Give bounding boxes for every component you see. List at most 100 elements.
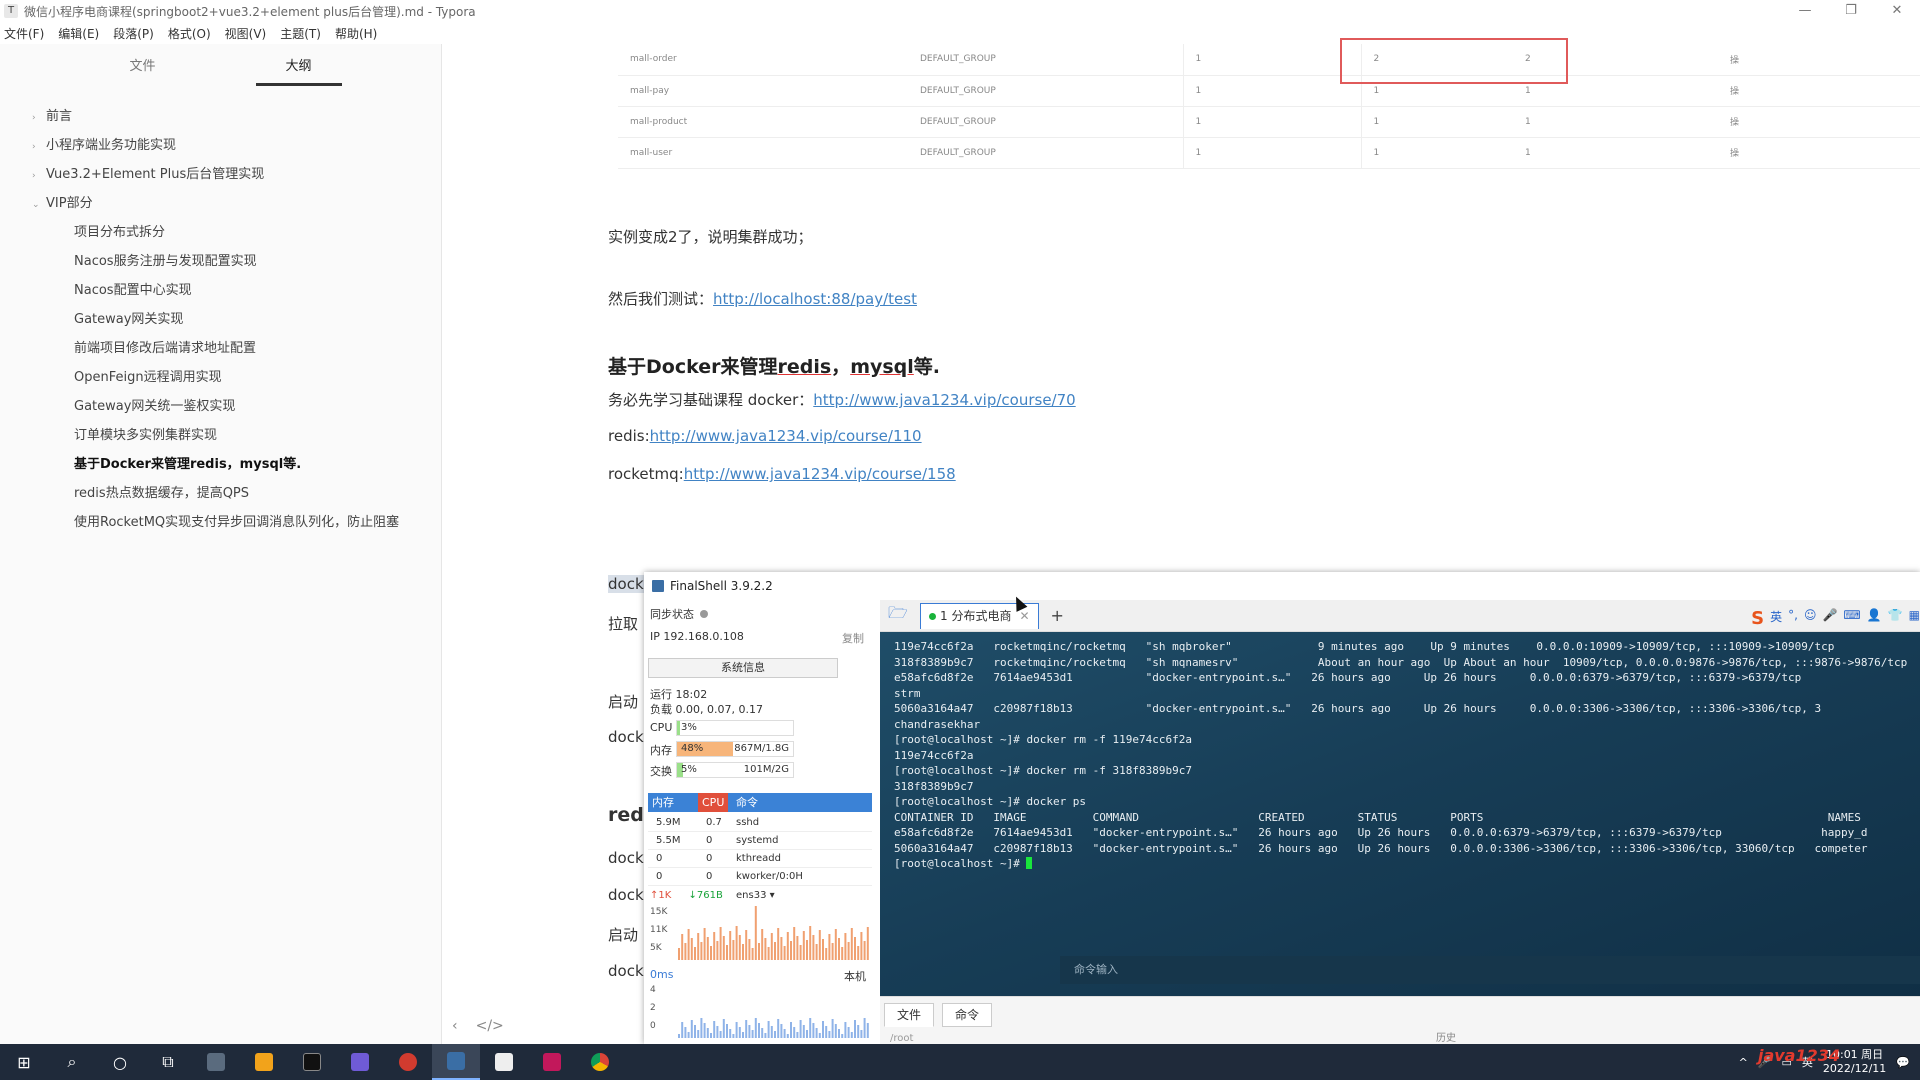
chevron-icon[interactable]: › bbox=[32, 162, 46, 191]
ime-menu-icon[interactable]: ▦ bbox=[1909, 608, 1920, 629]
ime-lang[interactable]: 英 bbox=[1770, 608, 1782, 629]
tray-expand-icon[interactable]: ^ bbox=[1739, 1056, 1748, 1069]
menu-view[interactable]: 视图(V) bbox=[225, 25, 267, 42]
process-col-memory[interactable]: 内存 bbox=[652, 793, 674, 812]
outline-item[interactable]: Gateway网关统一鉴权实现 bbox=[0, 392, 441, 421]
app-icon-3[interactable] bbox=[336, 1044, 384, 1080]
menu-paragraph[interactable]: 段落(P) bbox=[113, 25, 154, 42]
command-input[interactable]: 命令输入 bbox=[1060, 956, 1920, 984]
ime-keyboard-icon[interactable]: ⌨ bbox=[1843, 608, 1860, 629]
outline-item[interactable]: redis热点数据缓存，提高QPS bbox=[0, 479, 441, 508]
ime-mic-icon[interactable]: 🎤 bbox=[1822, 608, 1837, 629]
table-cell[interactable]: 操 bbox=[1718, 44, 1920, 76]
chevron-icon[interactable]: › bbox=[32, 133, 46, 162]
chart-bar bbox=[684, 1027, 687, 1038]
table-cell[interactable]: 操 bbox=[1718, 106, 1920, 138]
table-cell: DEFAULT_GROUP bbox=[908, 75, 1184, 107]
outline-item[interactable]: › 小程序端业务功能实现 bbox=[0, 131, 441, 160]
bottom-history[interactable]: 历史 bbox=[1436, 1029, 1456, 1044]
docker-course-link[interactable]: http://www.java1234.vip/course/70 bbox=[813, 391, 1075, 409]
terminal-line: [root@localhost ~]# docker rm -f 318f838… bbox=[894, 764, 1192, 777]
process-col-cpu[interactable]: CPU bbox=[698, 793, 729, 812]
chart-bar bbox=[742, 944, 744, 960]
chart-bar bbox=[799, 1020, 802, 1038]
outline-item[interactable]: 项目分布式拆分 bbox=[0, 218, 441, 247]
menu-help[interactable]: 帮助(H) bbox=[335, 25, 377, 42]
bottom-tab-files[interactable]: 文件 bbox=[884, 1003, 935, 1027]
windows-start-icon[interactable]: ⊞ bbox=[0, 1044, 48, 1080]
chart-bar bbox=[761, 1028, 764, 1038]
cortana-icon[interactable]: ○ bbox=[96, 1044, 144, 1080]
app-icon-4[interactable] bbox=[384, 1044, 432, 1080]
proc-memory: 0 bbox=[656, 853, 663, 864]
rocketmq-course-link[interactable]: http://www.java1234.vip/course/158 bbox=[684, 465, 956, 483]
chevron-icon[interactable]: › bbox=[32, 104, 46, 133]
chart-bar bbox=[828, 1031, 831, 1038]
app-icon-2[interactable] bbox=[240, 1044, 288, 1080]
outline-item[interactable]: › 前言 bbox=[0, 102, 441, 131]
chart-bar bbox=[716, 941, 719, 960]
app-icon-1[interactable] bbox=[192, 1044, 240, 1080]
chart-bar bbox=[783, 946, 786, 960]
close-tab-icon[interactable]: ✕ bbox=[1019, 609, 1029, 623]
process-row[interactable]: 5.9M 0.7 sshd bbox=[648, 814, 872, 832]
chart-bar bbox=[751, 948, 754, 960]
menu-format[interactable]: 格式(O) bbox=[168, 25, 211, 42]
tab-files[interactable]: 文件 bbox=[99, 50, 185, 84]
outline-item[interactable]: Nacos服务注册与发现配置实现 bbox=[0, 247, 441, 276]
task-view-icon[interactable]: ⧉ bbox=[144, 1044, 192, 1080]
menu-file[interactable]: 文件(F) bbox=[4, 25, 44, 42]
test-link[interactable]: http://localhost:88/pay/test bbox=[713, 290, 917, 308]
folder-icon[interactable]: 🗁 bbox=[888, 602, 914, 629]
chart-bar bbox=[809, 926, 812, 960]
chrome-icon[interactable] bbox=[576, 1044, 624, 1080]
table-cell[interactable]: 操 bbox=[1718, 75, 1920, 107]
close-icon[interactable]: ✕ bbox=[1874, 0, 1920, 22]
net-interface-select[interactable]: ens33 ▾ bbox=[736, 890, 775, 901]
chart-bar bbox=[690, 938, 693, 960]
outline-item[interactable]: 前端项目修改后端请求地址配置 bbox=[0, 334, 441, 363]
redis-course-link[interactable]: http://www.java1234.vip/course/110 bbox=[650, 427, 922, 445]
outline-item[interactable]: Gateway网关实现 bbox=[0, 305, 441, 334]
outline-item[interactable]: › Vue3.2+Element Plus后台管理实现 bbox=[0, 160, 441, 189]
ime-emoji-icon[interactable]: ☺ bbox=[1804, 608, 1817, 629]
minimize-icon[interactable]: — bbox=[1782, 0, 1828, 22]
notification-icon[interactable]: 💬 bbox=[1896, 1056, 1910, 1069]
chart-bar bbox=[764, 1033, 767, 1038]
chart-bar bbox=[857, 1025, 860, 1038]
menu-edit[interactable]: 编辑(E) bbox=[58, 25, 99, 42]
process-row[interactable]: 0 0 kworker/0:0H bbox=[648, 868, 872, 886]
terminal-output[interactable]: [root@localhost ~]# 5060a3164a47 c20987f… bbox=[880, 632, 1920, 996]
outline-item[interactable]: Nacos配置中心实现 bbox=[0, 276, 441, 305]
process-row[interactable]: 5.5M 0 systemd bbox=[648, 832, 872, 850]
menu-theme[interactable]: 主题(T) bbox=[280, 25, 321, 42]
ime-punct-icon[interactable]: °, bbox=[1788, 608, 1798, 629]
finalshell-app-icon[interactable] bbox=[432, 1044, 480, 1080]
terminal-line-text: chandrasekhar bbox=[894, 717, 981, 731]
ime-skin-icon[interactable]: 👕 bbox=[1888, 608, 1903, 629]
search-icon[interactable]: ⌕ bbox=[48, 1044, 96, 1080]
terminal-line-text: strm bbox=[894, 686, 921, 700]
tab-outline[interactable]: 大纲 bbox=[255, 50, 342, 86]
add-tab-icon[interactable]: + bbox=[1051, 606, 1064, 625]
outline-item[interactable]: 订单模块多实例集群实现 bbox=[0, 421, 441, 450]
system-info-button[interactable]: 系统信息 bbox=[648, 658, 838, 678]
sogou-ime-icon[interactable]: S bbox=[1751, 608, 1764, 629]
restore-icon[interactable]: ❐ bbox=[1828, 0, 1874, 22]
app-icon-5[interactable] bbox=[528, 1044, 576, 1080]
ime-user-icon[interactable]: 👤 bbox=[1867, 608, 1882, 629]
chevron-icon[interactable]: ⌄ bbox=[32, 191, 46, 220]
chart-bar bbox=[786, 932, 789, 960]
outline-item[interactable]: OpenFeign远程调用实现 bbox=[0, 363, 441, 392]
outline-item[interactable]: 基于Docker来管理redis，mysql等. bbox=[0, 450, 441, 479]
bottom-tab-commands[interactable]: 命令 bbox=[942, 1003, 993, 1027]
terminal-line: 318f8389b9c7 rocketmqinc/rocketmq "sh mq… bbox=[894, 656, 1907, 669]
terminal-app-icon[interactable] bbox=[288, 1044, 336, 1080]
process-col-command[interactable]: 命令 bbox=[736, 793, 758, 812]
outline-item[interactable]: ⌄ VIP部分 bbox=[0, 189, 441, 218]
outline-item[interactable]: 使用RocketMQ实现支付异步回调消息队列化，防止阻塞 bbox=[0, 508, 441, 537]
process-row[interactable]: 0 0 kthreadd bbox=[648, 850, 872, 868]
copy-ip-button[interactable]: 复制 bbox=[842, 630, 864, 646]
table-cell[interactable]: 操 bbox=[1718, 137, 1920, 169]
typora-app-icon[interactable] bbox=[480, 1044, 528, 1080]
